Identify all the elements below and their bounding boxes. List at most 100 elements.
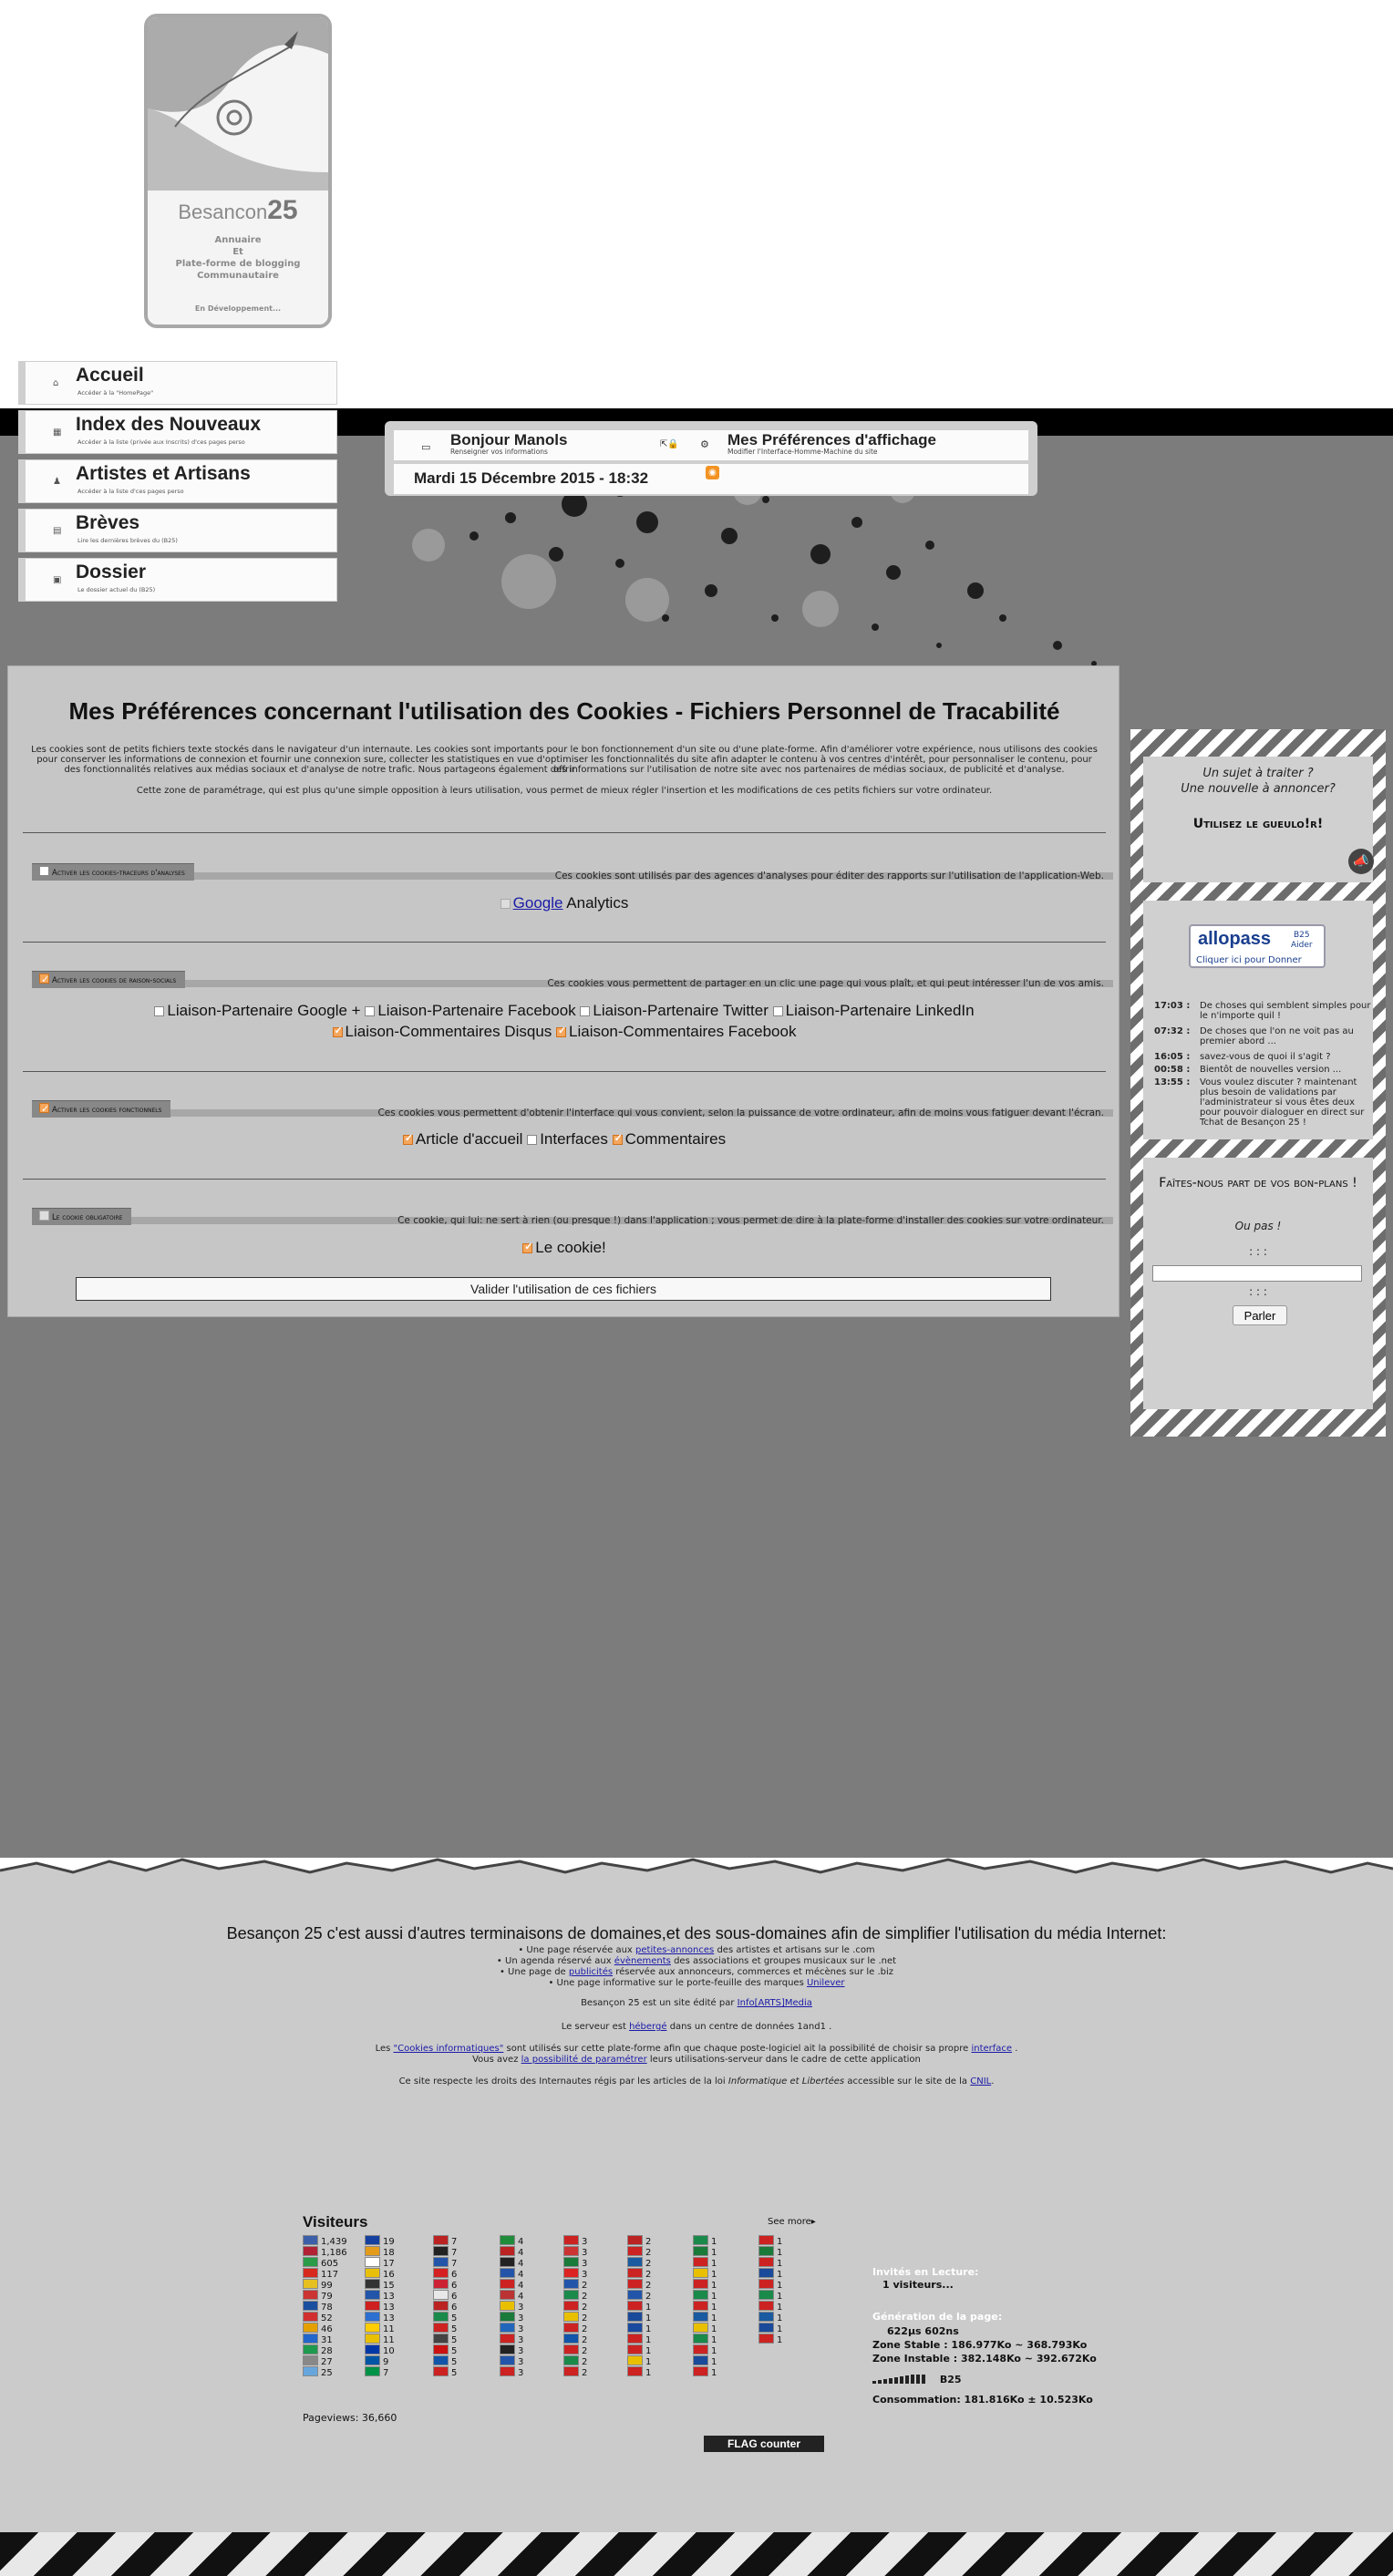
visitor-country-row: 3 [563,2246,587,2258]
footer-link[interactable]: interface [971,2044,1012,2054]
analytics-options: Google Analytics [8,894,1120,912]
country-flag-icon [500,2323,515,2333]
shoutbox-cta[interactable]: Utilisez le gueulo!r! [1143,817,1373,831]
visitor-country-row: 4 [500,2290,523,2302]
nav-item-dossier[interactable]: ▣ Dossier Le dossier actuel du (B25) [18,558,337,602]
visitor-country-row: 1 [758,2323,782,2334]
country-flag-icon [365,2334,380,2344]
visitor-country-row: 1 [693,2279,717,2291]
visitor-country-row: 5 [433,2344,457,2356]
user-info-separator [394,460,1028,464]
checkbox[interactable] [332,1025,343,1037]
rss-icon[interactable]: ◉ [706,466,719,479]
functional-cookie-toggle[interactable]: Activer les cookies fonctionnels [32,1100,171,1118]
country-flag-icon [627,2334,643,2344]
option-label: Liaison-Commentaires Disqus [345,1023,552,1040]
allopass-donate-button[interactable]: allopass B25 Aider Cliquer ici pour Donne… [1189,924,1326,968]
footer-line: • Une page réservée aux petites-annonces… [518,1945,875,1955]
visitors-title: Visiteurs [303,2213,368,2231]
country-flag-icon [563,2268,579,2278]
zone-instable: Zone Instable : 382.148Ko ~ 392.672Ko [872,2353,1097,2365]
megaphone-icon[interactable]: 📣 [1348,849,1374,874]
visitor-country-row: 15 [365,2279,395,2291]
country-flag-icon [433,2323,449,2333]
google-link[interactable]: Google [513,894,563,912]
checkbox[interactable] [402,1132,413,1145]
country-flag-icon [627,2257,643,2267]
checkbox[interactable] [154,1006,165,1016]
country-flag-icon [693,2323,708,2333]
display-prefs-link[interactable]: Mes Préférences d'affichage [727,431,936,449]
visitor-country-row: 46 [303,2323,347,2334]
see-more-link[interactable]: See more▸ [768,2217,816,2227]
visitor-country-row: 2 [563,2323,587,2334]
checkbox[interactable] [365,1006,376,1016]
social-options-row-2: Liaison-Commentaires Disqus Liaison-Comm… [8,1023,1120,1041]
analytics-cookie-toggle[interactable]: Activer les cookies-traceurs d'analyses [32,863,194,881]
checkbox-google-analytics[interactable] [500,899,511,909]
lock-icon[interactable]: ⇱🔒 [660,439,679,449]
visitor-country-row: 1 [758,2257,782,2269]
country-flag-icon [693,2344,708,2354]
checkbox[interactable] [39,866,49,876]
bottom-stripe-decoration [0,2532,1393,2576]
nav-item-artistes[interactable]: ♟ Artistes et Artisans Accéder à la list… [18,459,337,503]
user-greeting[interactable]: Bonjour Manols [450,431,567,449]
site-logo[interactable]: Besancon25 Annuaire Et Plate-forme de bl… [144,14,332,328]
logo-line-4: Communautaire [197,271,279,281]
validate-cookies-button[interactable]: Valider l'utilisation de ces fichiers [76,1277,1051,1301]
visitor-column: 1,439 1,186 605 117 99 79 78 52 46 31 28 27 25 [303,2235,347,2378]
mandatory-cookie-toggle[interactable]: Le cookie obligatoire [32,1208,132,1225]
analytics-cookie-desc: Ces cookies sont utilisés par des agence… [554,871,1104,881]
visitor-country-row: 18 [365,2246,395,2258]
checkbox[interactable] [39,1100,49,1118]
logo-dev-note: En Développement... [194,304,282,313]
country-flag-icon [365,2290,380,2300]
visitor-country-row: 17 [365,2257,395,2269]
footer-link[interactable]: Unilever [807,1978,845,1988]
cookie-intro-line-3: des fonctionnalités relatives aux médias… [64,765,1065,775]
country-flag-icon [303,2279,318,2289]
footer-link[interactable]: Info[ARTS]Media [738,1998,812,2008]
checkbox[interactable] [580,1006,591,1016]
visitor-country-row: 27 [303,2355,347,2367]
checkbox[interactable] [527,1135,538,1145]
visitor-country-row: 7 [365,2366,395,2378]
country-flag-icon [693,2290,708,2300]
visitor-country-row: 1 [758,2312,782,2324]
nav-item-index-nouveaux[interactable]: ▦ Index des Nouveaux Accéder à la liste … [18,410,337,454]
country-flag-icon [303,2301,318,2311]
visitor-flag-counter: Visiteurs See more▸ 1,439 1,186 605 117 99 79… [303,2213,828,2424]
footer-link[interactable]: "Cookies informatiques" [394,2044,504,2054]
footer-link[interactable]: hébergé [629,2022,666,2032]
speak-button[interactable]: Parler [1233,1305,1287,1325]
footer-link[interactable]: la possibilité de paramétrer [521,2055,647,2065]
shout-input[interactable] [1152,1265,1362,1282]
social-cookie-toggle[interactable]: Activer les cookies de raison-socials [32,971,186,989]
nav-item-accueil[interactable]: ⌂ Accueil Accéder à la "HomePage" [18,361,337,405]
flag-counter-badge[interactable]: FLAG counter [704,2436,824,2452]
checkbox[interactable] [772,1006,783,1016]
footer-line: • Un agenda réservé aux évènements des a… [496,1956,897,1966]
visitor-country-row: 3 [500,2301,523,2313]
footer-link[interactable]: évènements [614,1956,671,1966]
checkbox[interactable] [612,1132,623,1145]
country-flag-icon [758,2257,774,2267]
checkbox[interactable] [522,1241,532,1253]
footer-line: Ce site respecte les droits des Internau… [398,2076,995,2087]
footer-link[interactable]: publicités [569,1967,613,1977]
footer-line: Vous avez la possibilité de paramétrer l… [472,2055,921,2065]
shoutbox-question: Un sujet à traiter ? Une nouvelle à annon… [1181,767,1336,796]
country-flag-icon [627,2301,643,2311]
footer-link[interactable]: petites-annonces [635,1945,714,1955]
country-flag-icon [433,2290,449,2300]
option-label: Liaison-Partenaire Twitter [593,1002,769,1019]
country-flag-icon [433,2301,449,2311]
footer-link[interactable]: CNIL [970,2076,991,2087]
nav-item-breves[interactable]: ▤ Brèves Lire les dernières brèves du (B… [18,509,337,552]
checkbox[interactable] [556,1025,566,1037]
visitor-country-row: 1 [693,2312,717,2324]
cookie-intro-para-2: Cette zone de paramétrage, qui est plus … [136,786,993,796]
visitor-country-row: 2 [627,2279,651,2291]
checkbox[interactable] [39,971,49,989]
